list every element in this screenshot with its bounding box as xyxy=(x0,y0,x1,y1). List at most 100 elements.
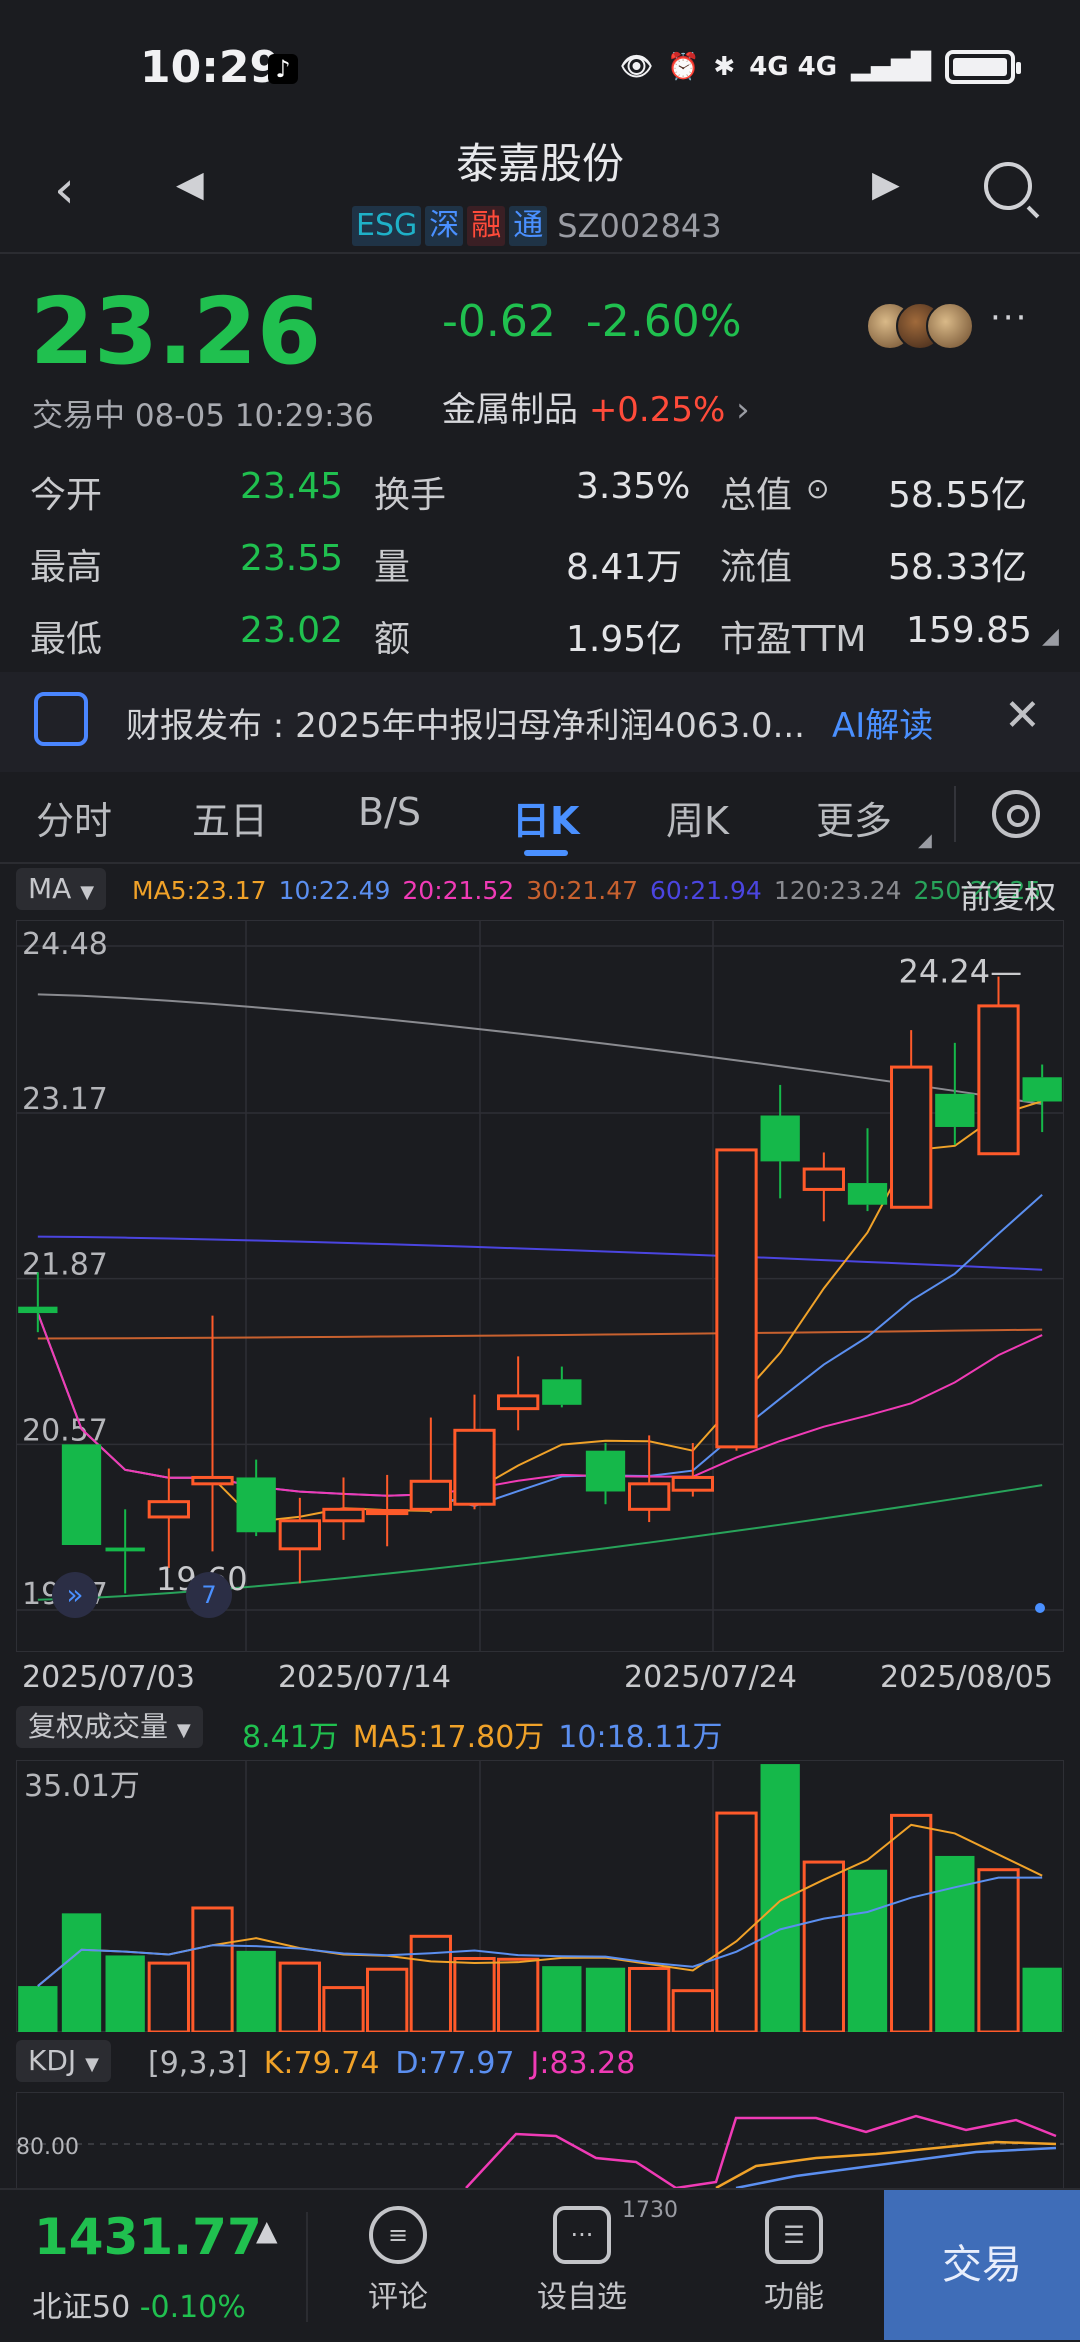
tab-intraday[interactable]: 分时 xyxy=(36,790,112,845)
volume-bar xyxy=(409,1934,452,2032)
related-avatars[interactable] xyxy=(866,302,976,350)
arrow-up-icon[interactable]: ▲ xyxy=(256,2214,278,2247)
candle xyxy=(1022,1064,1062,1133)
candle-body xyxy=(61,1444,102,1546)
candle-body xyxy=(236,1477,276,1533)
ma60-label: 60:21.94 xyxy=(650,876,762,905)
watchlist-badge: 1730 xyxy=(622,2198,678,2223)
industry-link[interactable]: 金属制品 +0.25% › xyxy=(442,382,750,431)
settings-icon[interactable] xyxy=(992,790,1040,838)
tab-bs[interactable]: B/S xyxy=(358,790,421,834)
volume-bar xyxy=(322,1986,365,2032)
tab-five-day[interactable]: 五日 xyxy=(192,790,268,845)
candle-body xyxy=(278,1519,321,1551)
kdj-selector[interactable]: KDJ ▼ xyxy=(16,2040,111,2082)
label-amount: 额 xyxy=(374,619,411,660)
stock-code: SZ002843 xyxy=(557,207,722,245)
event-marker-icon[interactable]: 7 xyxy=(186,1572,232,1618)
volume-bar xyxy=(715,1811,758,2032)
candle xyxy=(147,1468,190,1568)
volume-chip-label: 复权成交量 xyxy=(28,1710,169,1743)
next-stock-icon[interactable]: ▶ xyxy=(872,164,900,205)
candle xyxy=(497,1356,540,1431)
value-volume: 8.41万 xyxy=(566,547,683,588)
avatar xyxy=(926,302,974,350)
candle-body xyxy=(760,1115,800,1162)
divider xyxy=(954,786,956,842)
tab-daily-k[interactable]: 日K xyxy=(512,790,579,845)
volume-ma5: MA5:17.80万 xyxy=(352,1720,545,1755)
search-icon[interactable] xyxy=(984,162,1032,210)
candle xyxy=(105,1509,145,1594)
tab-more[interactable]: 更多 xyxy=(816,790,892,845)
volume-bar xyxy=(147,1961,190,2032)
value-low: 23.02 xyxy=(240,610,344,651)
candle-body xyxy=(935,1093,975,1127)
index-name: 北证50 xyxy=(32,2290,131,2325)
signal-icon: ▂▄▆█ xyxy=(851,52,932,82)
expand-icon[interactable]: ◢ xyxy=(1042,624,1059,649)
ai-interpret-link[interactable]: AI解读 xyxy=(832,698,933,747)
info-icon[interactable]: ⊙ xyxy=(806,472,829,505)
stock-title: 泰嘉股份 xyxy=(455,139,624,188)
kdj-legend: [9,3,3] K:79.74 D:77.97 J:83.28 xyxy=(148,2046,635,2081)
x-label-2: 2025/07/14 xyxy=(278,1660,451,1695)
label-float-value: 流值 xyxy=(720,547,793,588)
index-value[interactable]: 1431.77 xyxy=(34,2208,262,2266)
kdj-params: [9,3,3] xyxy=(148,2046,248,2081)
candle xyxy=(191,1315,234,1552)
candlestick-chart[interactable]: 24.4823.1721.8720.5719.27 24.24—19.60 xyxy=(16,920,1064,1652)
volume-bar xyxy=(977,1868,1020,2032)
trade-time: 交易中 08-05 10:29:36 xyxy=(32,398,375,434)
candle xyxy=(890,1030,933,1209)
candle-body xyxy=(18,1306,58,1314)
candle xyxy=(236,1459,276,1537)
chevron-right-icon: › xyxy=(736,390,750,430)
value-amount: 1.95亿 xyxy=(566,619,683,660)
more-icon[interactable]: ··· xyxy=(990,298,1028,338)
kdj-chart[interactable]: 80.00 xyxy=(16,2092,1064,2188)
candle-body xyxy=(542,1379,582,1405)
industry-name: 金属制品 xyxy=(442,390,578,430)
function-button[interactable]: ☰ 功能 xyxy=(724,2206,864,2316)
comment-button[interactable]: ≡ 评论 xyxy=(328,2206,468,2316)
tab-weekly-k[interactable]: 周K xyxy=(666,790,729,845)
ma-selector[interactable]: MA ▼ xyxy=(16,868,107,910)
candle-body xyxy=(1022,1077,1062,1102)
volume-bar xyxy=(890,1813,933,2032)
candle xyxy=(802,1152,845,1222)
candle-body xyxy=(322,1507,365,1523)
candle-body xyxy=(147,1500,190,1519)
ma5-label: MA5:23.17 xyxy=(132,876,267,905)
volume-bar xyxy=(497,1957,540,2032)
price-change: -0.62 -2.60% xyxy=(442,296,742,347)
volume-value: 8.41万 xyxy=(242,1720,339,1755)
candle-body xyxy=(890,1065,933,1209)
volume-bar xyxy=(366,1967,409,2032)
volume-bar xyxy=(61,1913,102,2032)
volume-selector[interactable]: 复权成交量 ▼ xyxy=(16,1706,203,1748)
max-price-label: 24.24— xyxy=(899,953,1023,991)
ma-chip-label: MA xyxy=(28,872,72,905)
volume-bar xyxy=(542,1966,582,2032)
volume-bar xyxy=(236,1950,276,2032)
function-label: 功能 xyxy=(764,2280,824,2315)
volume-bar xyxy=(278,1961,321,2032)
candle xyxy=(61,1444,102,1546)
value-turnover: 3.35% xyxy=(576,466,691,507)
candle xyxy=(278,1497,321,1584)
close-icon[interactable]: ✕ xyxy=(1004,690,1041,741)
label-low: 最低 xyxy=(30,619,103,660)
adjust-mode[interactable]: 前复权 xyxy=(960,872,1056,918)
label-pe: 市盈TTM xyxy=(720,619,867,660)
trade-button[interactable]: 交易 xyxy=(884,2190,1080,2340)
battery-icon xyxy=(945,50,1022,84)
ma10-line xyxy=(36,1194,1043,1508)
candle xyxy=(585,1443,626,1505)
label-total-value: 总值 xyxy=(720,475,793,516)
eye-icon: 👁 xyxy=(620,52,654,82)
industry-percent: +0.25% xyxy=(588,390,726,430)
index-info[interactable]: 北证50 -0.10% xyxy=(32,2282,246,2326)
expand-left-icon[interactable]: » xyxy=(52,1572,98,1618)
volume-chart[interactable]: 35.01万 xyxy=(16,1760,1064,2032)
